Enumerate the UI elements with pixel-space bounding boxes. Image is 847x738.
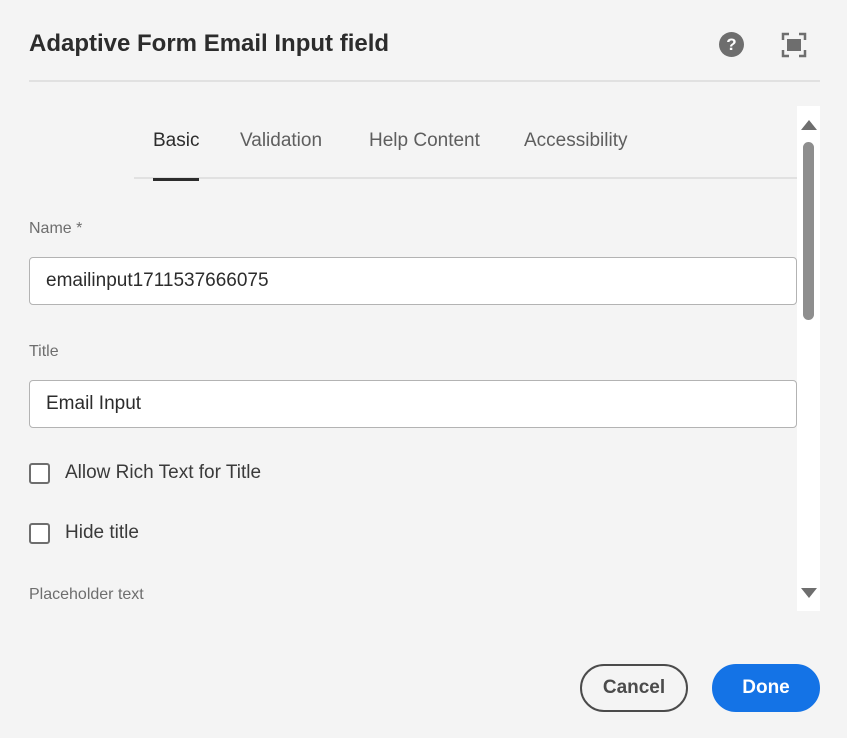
done-button[interactable]: Done <box>712 664 820 712</box>
dialog-title: Adaptive Form Email Input field <box>29 30 390 57</box>
hide-title-label: Hide title <box>65 522 139 543</box>
tab-validation[interactable]: Validation <box>240 130 322 179</box>
scroll-up-arrow-icon[interactable] <box>801 120 817 130</box>
scrollbar[interactable] <box>797 106 820 611</box>
tab-help-content[interactable]: Help Content <box>369 130 480 179</box>
tab-accessibility[interactable]: Accessibility <box>524 130 627 179</box>
hide-title-checkbox[interactable] <box>29 523 50 544</box>
dialog: Adaptive Form Email Input field ? Basic … <box>0 0 847 738</box>
name-label: Name * <box>29 220 83 237</box>
title-label: Title <box>29 343 59 360</box>
cancel-button[interactable]: Cancel <box>580 664 688 712</box>
title-input[interactable] <box>29 380 797 428</box>
help-icon[interactable]: ? <box>719 32 744 57</box>
scrollbar-thumb[interactable] <box>803 142 814 320</box>
tab-basic[interactable]: Basic <box>153 130 200 181</box>
placeholder-text-label: Placeholder text <box>29 586 144 603</box>
tab-list: Basic Validation Help Content Accessibil… <box>134 106 797 181</box>
allow-rich-text-label: Allow Rich Text for Title <box>65 462 262 483</box>
fullscreen-icon[interactable] <box>781 32 807 58</box>
scroll-down-arrow-icon[interactable] <box>801 588 817 598</box>
allow-rich-text-checkbox[interactable] <box>29 463 50 484</box>
form-scroll-area: Basic Validation Help Content Accessibil… <box>0 106 820 611</box>
dialog-header: Adaptive Form Email Input field ? <box>29 0 820 82</box>
name-input[interactable] <box>29 257 797 305</box>
